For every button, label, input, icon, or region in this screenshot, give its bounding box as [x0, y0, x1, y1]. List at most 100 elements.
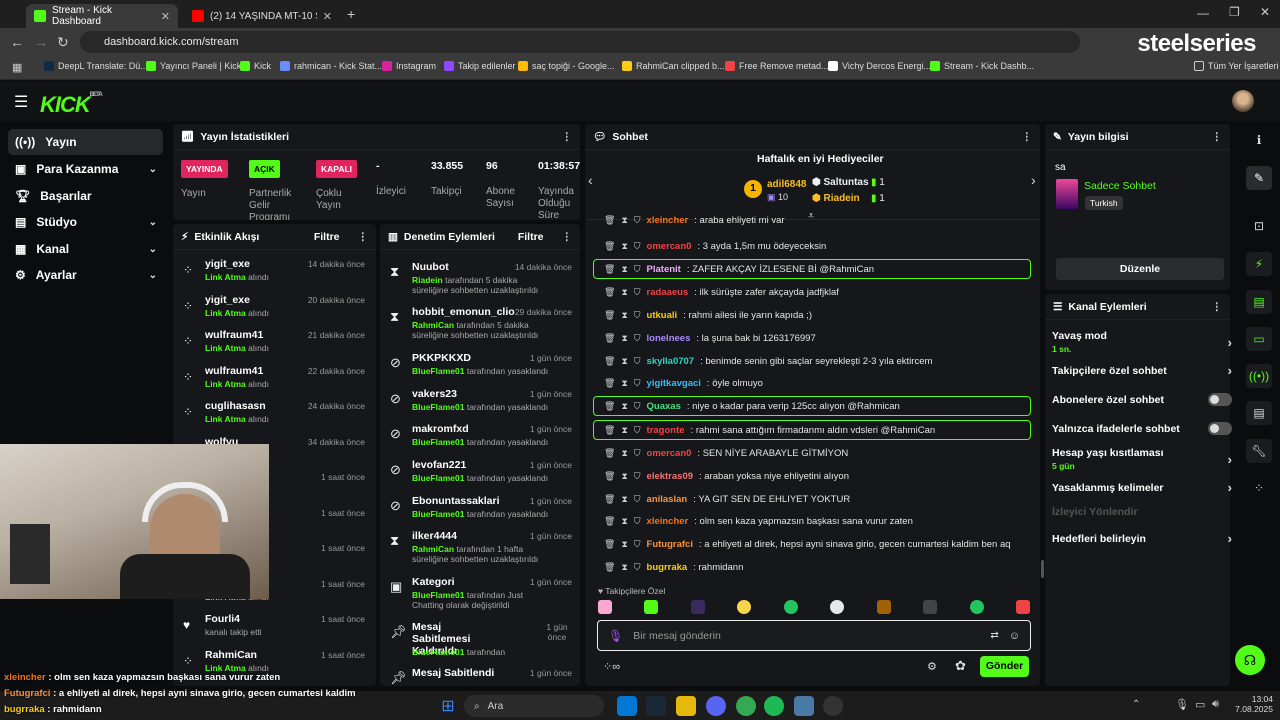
timeout-icon[interactable]: ⧗: [621, 356, 627, 367]
chat-message[interactable]: 🗑︎ ⧗ ⛉ skylla0707: benimde senin gibi saçla…: [600, 351, 1040, 371]
browser-tab-kick[interactable]: Stream - Kick Dashboard ✕: [26, 4, 178, 28]
chat-username[interactable]: utkuali: [647, 310, 678, 321]
reload-icon[interactable]: ↻: [57, 34, 69, 51]
back-icon[interactable]: ←: [10, 34, 24, 50]
timeout-icon[interactable]: ⧗: [621, 215, 627, 226]
chat-scrollbar[interactable]: [1041, 560, 1044, 578]
timeout-icon[interactable]: ⧗: [621, 562, 627, 573]
chat-message[interactable]: 🗑︎ ⧗ ⛉ omercan0: 3 ayda 1,5m mu ödeyeceksin: [600, 236, 1040, 256]
activity-item[interactable]: ⁘ yigit_exe Link Atma alındı 14 dakika önce: [173, 254, 373, 288]
tray-chevron-icon[interactable]: ⌃: [1132, 699, 1140, 710]
info-icon[interactable]: ℹ: [1246, 128, 1272, 152]
chat-message[interactable]: 🗑︎ ⧗ ⛉ radaaeus: ilk sürüşte zafer akçayda …: [600, 282, 1040, 302]
url-input[interactable]: dashboard.kick.com/stream: [80, 31, 1080, 53]
bookmark-item[interactable]: Stream - Kick Dashb...: [930, 61, 1034, 71]
kick-logo[interactable]: KICKBETA: [40, 92, 103, 118]
sidebar-item-para-kazanma[interactable]: ▣ Para Kazanma ⌄: [8, 156, 163, 182]
bookmark-item[interactable]: Kick: [240, 61, 271, 71]
timeout-icon[interactable]: ⧗: [621, 401, 627, 412]
chat-message[interactable]: 🗑︎ ⧗ ⛉ Futugrafci: a ehliyeti al direk, hep…: [600, 534, 1040, 554]
microphone-icon[interactable]: 🎙︎: [1175, 698, 1189, 711]
bookmark-item[interactable]: Takip edilenler: [444, 61, 516, 71]
settings-icon[interactable]: ⚙: [927, 660, 937, 673]
chat-message[interactable]: 🗑︎ ⧗ ⛉ utkuali: rahmi ailesi ile yarın kapı…: [600, 305, 1040, 325]
delete-icon[interactable]: 🗑︎: [604, 448, 615, 459]
moderation-item[interactable]: ⧗ ilker4444 RahmiCan tarafından 1 hafta sü…: [380, 530, 580, 564]
send-button[interactable]: Gönder: [980, 656, 1029, 677]
more-options-icon[interactable]: ⋮: [358, 231, 369, 243]
bookmark-item[interactable]: Vichy Dercos Energi...: [828, 61, 931, 71]
taskbar-app-icon[interactable]: [794, 696, 814, 716]
steam-icon[interactable]: [646, 696, 666, 716]
chat-username[interactable]: Platenit: [647, 264, 681, 275]
delete-icon[interactable]: 🗑︎: [604, 494, 615, 505]
chat-message[interactable]: 🗑︎ ⧗ ⛉ omercan0: SEN NİYE ARABAYLE GİTMİYON: [600, 443, 1040, 463]
chat-username[interactable]: elektras09: [647, 471, 693, 482]
chat-message[interactable]: 🗑︎ ⧗ ⛉ anilaslan: YA GIT SEN DE EHLIYET YOK…: [600, 489, 1040, 509]
delete-icon[interactable]: 🗑︎: [604, 516, 615, 527]
delete-icon[interactable]: 🗑︎: [604, 401, 615, 412]
more-options-icon[interactable]: ⋮: [1022, 131, 1033, 143]
sidebar-item-studyo[interactable]: ▤ Stüdyo ⌄: [8, 209, 163, 235]
delete-icon[interactable]: 🗑︎: [604, 539, 615, 550]
filter-button[interactable]: Filtre: [314, 231, 340, 243]
activity-item[interactable]: ♥ Fourli4 kanalı takip etti 1 saat önce: [173, 609, 373, 643]
emote-icon[interactable]: [830, 600, 845, 614]
edit-button[interactable]: Düzenle: [1056, 258, 1224, 280]
chat-message[interactable]: 🗑︎ ⧗ ⛉ bugrraka: rahmidann: [600, 557, 1040, 577]
timeout-icon[interactable]: ⧗: [621, 241, 627, 252]
filter-button[interactable]: Filtre: [518, 231, 544, 243]
moderation-item[interactable]: ⊘ levofan221 BlueFlame01 tarafından yasakl…: [380, 459, 580, 493]
moderation-item[interactable]: ⊘ PKKPKKXD BlueFlame01 tarafından yasaklan…: [380, 352, 580, 386]
emote-icon[interactable]: [644, 600, 659, 614]
wrench-icon[interactable]: 🔧︎: [1246, 439, 1272, 463]
apps-grid-icon[interactable]: ▦: [12, 61, 22, 74]
delete-icon[interactable]: 🗑︎: [604, 215, 615, 226]
chat-message[interactable]: 🗑︎ ⧗ ⛉ elektras09: araban yoksa niye ehliye…: [600, 466, 1040, 486]
chat-username[interactable]: radaaeus: [647, 287, 689, 298]
delete-icon[interactable]: 🗑︎: [604, 287, 615, 298]
toggle-switch[interactable]: [1208, 393, 1232, 406]
more-options-icon[interactable]: ⋮: [562, 231, 573, 243]
more-options-icon[interactable]: ⋮: [1212, 131, 1223, 143]
channel-action-item[interactable]: Yasaklanmış kelimeler ›: [1052, 480, 1232, 495]
browser-tab-youtube[interactable]: (2) 14 YAŞINDA MT-10 SAHİBİ ( ✕: [184, 4, 340, 28]
chat-message[interactable]: 🗑︎ ⧗ ⛉ Quaxas: niye o kadar para verip 125c…: [593, 396, 1031, 416]
channel-action-item[interactable]: Hesap yaşı kısıtlaması 5 gün ›: [1052, 447, 1232, 471]
delete-icon[interactable]: 🗑︎: [604, 356, 615, 367]
broadcast-icon[interactable]: ((•)): [1246, 364, 1272, 388]
sidebar-item-ayarlar[interactable]: ⚙ Ayarlar ⌄: [8, 262, 163, 288]
timeout-icon[interactable]: ⧗: [621, 264, 627, 275]
taskbar-app-icon[interactable]: [617, 696, 637, 716]
obs-icon[interactable]: [823, 696, 843, 716]
spotify-icon[interactable]: [764, 696, 784, 716]
chat-username[interactable]: omercan0: [647, 448, 692, 459]
chevron-left-icon[interactable]: ‹: [588, 172, 593, 188]
emote-icon[interactable]: [783, 600, 798, 614]
chat-message[interactable]: 🗑︎ ⧗ ⛉ yigitkavgaci: öyle olmuyo: [600, 373, 1040, 393]
emote-icon[interactable]: [737, 600, 752, 614]
timeout-icon[interactable]: ⧗: [621, 539, 627, 550]
chat-tools-icon[interactable]: ⁘∞: [603, 660, 620, 673]
channel-action-item[interactable]: Yalnızca ifadelerle sohbet: [1052, 422, 1232, 435]
chat-username[interactable]: Quaxas: [647, 401, 681, 412]
forward-icon[interactable]: →: [34, 34, 48, 50]
minimize-icon[interactable]: —: [1197, 6, 1209, 20]
bookmark-item[interactable]: rahmican - Kick Stat...: [280, 61, 382, 71]
chat-message[interactable]: 🗑︎ ⧗ ⛉ tragonte: rahmi sana attığım firmada…: [593, 420, 1031, 440]
chat-username[interactable]: xleincher: [647, 516, 689, 527]
document-icon[interactable]: ▤: [1246, 290, 1272, 314]
volume-icon[interactable]: 🔊︎: [1212, 698, 1219, 711]
channel-action-item[interactable]: Hedefleri belirleyin ›: [1052, 531, 1232, 546]
gift-icon[interactable]: ✿: [955, 658, 966, 674]
delete-icon[interactable]: 🗑︎: [604, 310, 615, 321]
windows-start-icon[interactable]: ⊞: [438, 696, 458, 716]
emote-icon[interactable]: [1015, 600, 1030, 614]
activity-item[interactable]: ⁘ wulfraum41 Link Atma alındı 21 dakika önc…: [173, 325, 373, 359]
bookmark-item[interactable]: Free Remove metad...: [725, 61, 829, 71]
delete-icon[interactable]: 🗑︎: [604, 471, 615, 482]
chat-bubble-icon[interactable]: ▭: [1246, 327, 1272, 351]
close-tab-icon[interactable]: ✕: [161, 10, 170, 23]
chat-message[interactable]: 🗑︎ ⧗ ⛉ lonelnees: la şuna bak bi 1263176997: [600, 328, 1040, 348]
timeout-icon[interactable]: ⧗: [621, 310, 627, 321]
